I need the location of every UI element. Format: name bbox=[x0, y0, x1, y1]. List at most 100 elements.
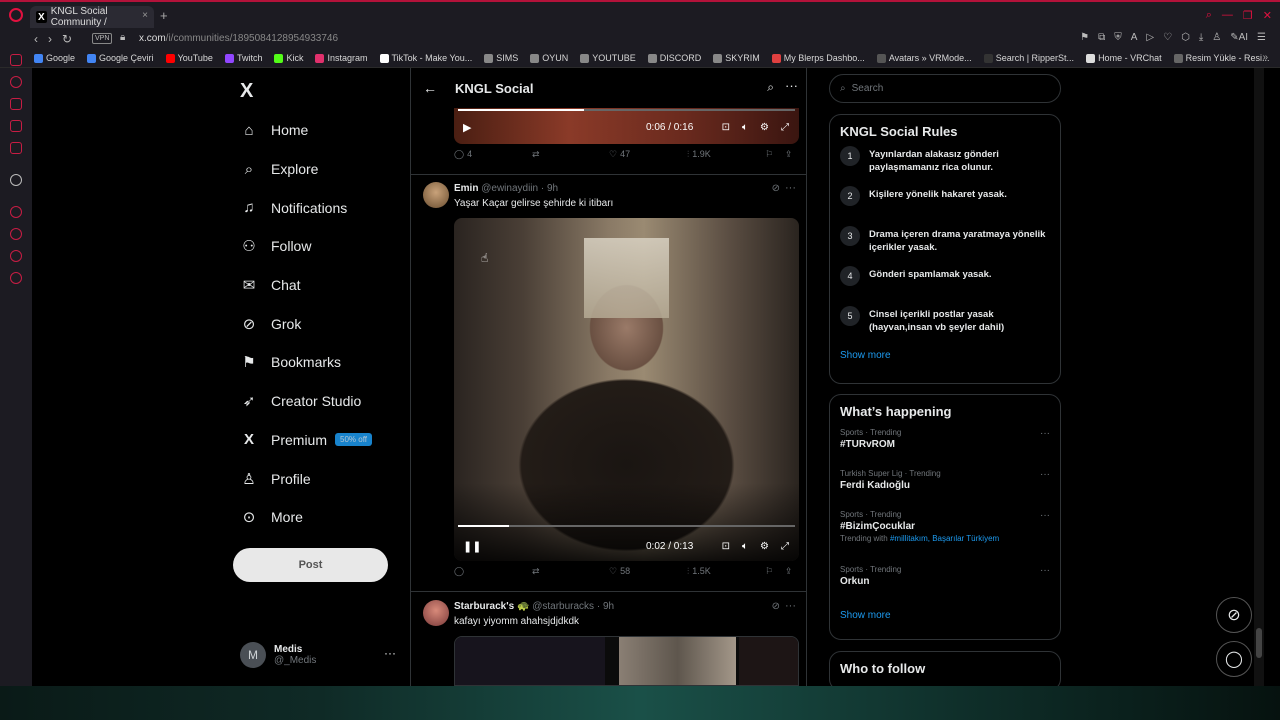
more-icon[interactable]: ··· bbox=[785, 78, 798, 93]
settings-icon[interactable] bbox=[10, 272, 22, 284]
opera-logo-icon[interactable] bbox=[9, 8, 23, 22]
trend-item[interactable]: Turkish Super Lig · Trending Ferdi Kadıoğ… bbox=[830, 469, 1060, 510]
vpn-badge[interactable]: VPN bbox=[92, 33, 113, 44]
post-author[interactable]: Starburack's 🐢 @starburacks · 9h bbox=[454, 601, 614, 612]
like-button[interactable]: ♡ 58 bbox=[609, 566, 630, 577]
chatgpt-icon[interactable] bbox=[10, 174, 22, 186]
share-icon[interactable]: ⇪ bbox=[785, 149, 793, 160]
maximize-icon[interactable]: ❐ bbox=[1243, 9, 1253, 22]
translate-icon[interactable]: A bbox=[1131, 32, 1138, 43]
reload-icon[interactable]: ↻ bbox=[62, 32, 72, 46]
nav-item-creator-studio[interactable]: ➶ Creator Studio bbox=[240, 382, 372, 421]
pause-icon[interactable]: ❚❚ bbox=[463, 540, 481, 553]
nav-item-grok[interactable]: ⊘ Grok bbox=[240, 304, 372, 343]
nav-item-home[interactable]: ⌂ Home bbox=[240, 111, 372, 150]
bookmark-item[interactable]: TikTok - Make You... bbox=[379, 53, 472, 63]
sidebar-app-icon[interactable] bbox=[10, 98, 22, 110]
back-arrow-icon[interactable]: ← bbox=[423, 80, 437, 96]
trend-more-icon[interactable]: ··· bbox=[1040, 428, 1050, 439]
bookmark-page-icon[interactable]: ⚑ bbox=[1080, 32, 1089, 43]
snapshot-icon[interactable]: ⧉ bbox=[1098, 32, 1105, 43]
views-button[interactable]: ⫶ 1.9K bbox=[687, 149, 711, 160]
captions-icon[interactable]: ⊡ bbox=[722, 541, 730, 552]
sidebar-app-icon[interactable] bbox=[10, 76, 22, 88]
post-media[interactable] bbox=[454, 636, 799, 686]
bookmark-item[interactable]: Google Çeviri bbox=[87, 53, 154, 63]
volume-icon[interactable]: 🔈︎ bbox=[742, 541, 748, 552]
shield-icon[interactable]: ⛨ bbox=[1114, 32, 1122, 43]
nav-item-follow[interactable]: ⚇ Follow bbox=[240, 227, 372, 266]
video-player[interactable]: ☝ ❚❚ 0:02 / 0:13 ⊡ 🔈︎ ⚙ ⤢ bbox=[454, 218, 799, 561]
extensions-icon[interactable]: ⬡ bbox=[1181, 32, 1190, 43]
captions-icon[interactable]: ⊡ bbox=[722, 122, 730, 133]
heart-icon[interactable]: ♡ bbox=[1163, 32, 1172, 43]
avatar[interactable] bbox=[423, 182, 449, 208]
minimize-icon[interactable]: — bbox=[1222, 9, 1233, 22]
scrollbar[interactable] bbox=[1254, 68, 1264, 686]
bookmark-item[interactable]: Twitch bbox=[224, 53, 262, 63]
fullscreen-icon[interactable]: ⤢ bbox=[781, 122, 789, 133]
trend-related-links[interactable]: #millitakım, Başarılar Türkiyem bbox=[890, 534, 999, 543]
lock-icon[interactable]: 🔒︎ bbox=[120, 32, 125, 43]
bookmark-button[interactable]: ⚐ bbox=[765, 566, 773, 577]
bookmark-item[interactable]: OYUN bbox=[530, 53, 568, 63]
grok-icon[interactable]: ⊘ bbox=[772, 601, 780, 612]
video-player[interactable]: ▶ 0:06 / 0:16 ⊡ 🔈︎ ⚙ ⤢ bbox=[454, 108, 799, 144]
post-more-icon[interactable]: ··· bbox=[785, 182, 796, 194]
volume-icon[interactable]: 🔈︎ bbox=[742, 122, 748, 133]
sidebar-app-icon[interactable] bbox=[10, 206, 22, 218]
settings-icon[interactable]: ⚙ bbox=[760, 541, 769, 552]
close-window-icon[interactable]: ✕ bbox=[1263, 9, 1272, 22]
video-progress[interactable] bbox=[458, 525, 795, 527]
messages-fab-icon[interactable]: ◯ bbox=[1216, 641, 1252, 677]
bookmark-item[interactable]: My Blerps Dashbo... bbox=[771, 53, 865, 63]
search-icon[interactable]: ⌕ bbox=[767, 80, 774, 95]
nav-item-more[interactable]: ⊙ More bbox=[240, 498, 372, 537]
trend-more-icon[interactable]: ··· bbox=[1040, 565, 1050, 576]
share-icon[interactable]: ⇪ bbox=[785, 566, 793, 577]
x-logo-icon[interactable]: X bbox=[240, 80, 253, 103]
bookmark-item[interactable]: Resim Yükle - Resi... bbox=[1173, 53, 1269, 63]
bookmark-item[interactable]: Kick bbox=[274, 53, 303, 63]
bookmark-item[interactable]: YouTube bbox=[165, 53, 213, 63]
like-button[interactable]: ♡ 47 bbox=[609, 149, 630, 160]
url-field[interactable]: x.com/i/communities/1895084128954933746 bbox=[139, 33, 338, 44]
bookmark-item[interactable]: Avatars » VRMode... bbox=[876, 53, 972, 63]
trend-more-icon[interactable]: ··· bbox=[1040, 469, 1050, 480]
forward-icon[interactable]: › bbox=[48, 32, 52, 46]
bookmark-item[interactable]: DISCORD bbox=[647, 53, 701, 63]
fullscreen-icon[interactable]: ⤢ bbox=[781, 541, 789, 552]
trend-item[interactable]: Sports · Trending #BizimÇocuklar Trending … bbox=[830, 510, 1060, 565]
nav-item-chat[interactable]: ✉ Chat bbox=[240, 266, 372, 305]
reply-button[interactable]: ◯ bbox=[454, 566, 464, 577]
views-button[interactable]: ⫶ 1.5K bbox=[687, 566, 711, 577]
more-bookmarks-icon[interactable]: » bbox=[1262, 52, 1268, 63]
download-icon[interactable]: ⤓ bbox=[1199, 32, 1203, 43]
reply-button[interactable]: ◯ 4 bbox=[454, 149, 472, 160]
bookmark-item[interactable]: YOUTUBE bbox=[580, 53, 636, 63]
account-switcher[interactable]: M Medis @_Medis bbox=[240, 642, 316, 668]
history-icon[interactable] bbox=[10, 228, 22, 240]
account-more-icon[interactable]: ··· bbox=[384, 646, 396, 660]
grok-fab-icon[interactable]: ⊘ bbox=[1216, 597, 1252, 633]
sidebar-app-icon[interactable] bbox=[10, 120, 22, 132]
search-tabs-icon[interactable]: ⌕ bbox=[1206, 9, 1212, 22]
retweet-button[interactable]: ⇄ bbox=[532, 149, 540, 160]
close-tab-icon[interactable]: × bbox=[142, 10, 148, 21]
bookmark-item[interactable]: SKYRIM bbox=[713, 53, 760, 63]
nav-item-premium[interactable]: X Premium 50% off bbox=[240, 421, 372, 460]
bookmark-item[interactable]: Google bbox=[34, 53, 75, 63]
bookmark-item[interactable]: SIMS bbox=[484, 53, 518, 63]
profile-icon[interactable]: ♙ bbox=[1212, 32, 1221, 43]
bookmark-item[interactable]: Home - VRChat bbox=[1086, 53, 1162, 63]
trend-more-icon[interactable]: ··· bbox=[1040, 510, 1050, 521]
trend-item[interactable]: Sports · Trending #TURvROM ··· bbox=[830, 428, 1060, 469]
bookmark-item[interactable]: Search | RipperSt... bbox=[983, 53, 1074, 63]
browser-tab[interactable]: X KNGL Social Community / × bbox=[30, 6, 154, 28]
show-more-link[interactable]: Show more bbox=[830, 350, 1060, 361]
retweet-button[interactable]: ⇄ bbox=[532, 566, 540, 577]
nav-item-profile[interactable]: ♙ Profile bbox=[240, 459, 372, 498]
back-icon[interactable]: ‹ bbox=[34, 32, 38, 46]
player-icon[interactable]: ▷ bbox=[1146, 32, 1154, 43]
settings-icon[interactable]: ⚙ bbox=[760, 122, 769, 133]
